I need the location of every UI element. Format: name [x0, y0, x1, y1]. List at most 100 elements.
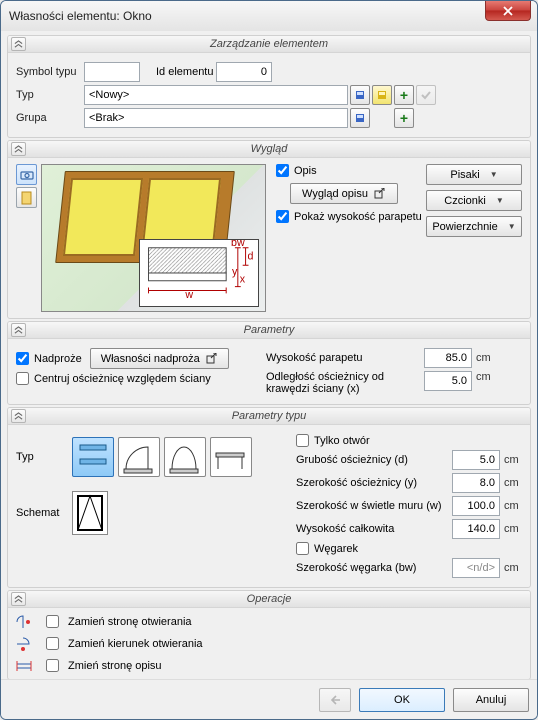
section-manage: Zarządzanie elementem Symbol typu Id ele…: [7, 35, 531, 138]
svg-text:x: x: [240, 274, 246, 286]
szer-bw-label: Szerokość węgarka (bw): [296, 562, 452, 574]
swap-side-icon: [14, 613, 36, 631]
external-icon: [206, 353, 218, 365]
szer-w-label: Szerokość w świetle muru (w): [296, 500, 452, 512]
save-type-button[interactable]: [350, 85, 370, 105]
svg-text:y: y: [232, 266, 238, 278]
typ-combo[interactable]: <Nowy>: [84, 85, 348, 105]
section-title: Operacje: [247, 593, 292, 605]
grubosc-label: Grubość ościeżnicy (d): [296, 454, 452, 466]
unit-label: cm: [504, 454, 519, 466]
wys-input[interactable]: [452, 519, 500, 539]
pokaz-checkbox[interactable]: [276, 210, 289, 223]
symbol-label: Symbol typu: [16, 66, 84, 78]
nadproze-row: Nadproże: [16, 352, 82, 365]
preview-3d: w d bw x y: [41, 164, 266, 312]
op-desc-side-checkbox[interactable]: [46, 659, 59, 672]
pisaki-button[interactable]: Pisaki: [426, 164, 522, 185]
wegarek-checkbox[interactable]: [296, 542, 309, 555]
confirm-type-button: [416, 85, 436, 105]
unit-label: cm: [504, 477, 519, 489]
type-selector: [72, 437, 252, 477]
schemat-label: Schemat: [16, 507, 72, 519]
tylko-otwor-row: Tylko otwór: [296, 434, 370, 447]
wys-parapetu-input[interactable]: [424, 348, 472, 368]
grupa-combo[interactable]: <Brak>: [84, 108, 348, 128]
preview-diagram: w d bw x y: [139, 239, 259, 307]
op-desc-side-label: Zmień stronę opisu: [68, 660, 162, 672]
opis-label: Opis: [294, 165, 317, 177]
diskette-blue-icon: [355, 113, 365, 123]
collapse-button[interactable]: [11, 592, 26, 606]
add-type-button[interactable]: +: [394, 85, 414, 105]
unit-label: cm: [504, 562, 519, 574]
typ-value: <Nowy>: [89, 89, 129, 101]
odl-input[interactable]: [424, 371, 472, 391]
section-header-params-type: Parametry typu: [8, 408, 530, 425]
nadproze-label: Nadproże: [34, 353, 82, 365]
ok-label: OK: [394, 694, 410, 706]
tylko-otwor-label: Tylko otwór: [314, 435, 370, 447]
szer-w-input[interactable]: [452, 496, 500, 516]
unit-label: cm: [504, 500, 519, 512]
ok-button[interactable]: OK: [359, 688, 445, 712]
id-input[interactable]: [216, 62, 272, 82]
centruj-row: Centruj ościeżnicę względem ściany: [16, 372, 211, 385]
dialog-body: Zarządzanie elementem Symbol typu Id ele…: [1, 31, 537, 679]
powierzchnie-button[interactable]: Powierzchnie: [426, 216, 522, 237]
op-swap-side-checkbox[interactable]: [46, 615, 59, 628]
close-button[interactable]: [485, 1, 531, 21]
wyglad-opisu-button[interactable]: Wygląd opisu: [290, 183, 398, 204]
tylko-otwor-checkbox[interactable]: [296, 434, 309, 447]
chevron-up-icon: [14, 412, 23, 421]
save-group-button[interactable]: [350, 108, 370, 128]
powierzchnie-label: Powierzchnie: [432, 221, 497, 233]
add-group-button[interactable]: +: [394, 108, 414, 128]
symbol-input[interactable]: [84, 62, 140, 82]
szer-y-label: Szerokość ościeżnicy (y): [296, 477, 452, 489]
type-option-rect[interactable]: [72, 437, 114, 477]
undo-icon: [330, 693, 340, 707]
unit-label: cm: [504, 523, 519, 535]
collapse-button[interactable]: [11, 323, 26, 337]
collapse-button[interactable]: [11, 142, 26, 156]
view-tab-2d[interactable]: [16, 187, 37, 208]
chevron-up-icon: [14, 145, 23, 154]
view-tab-rail: [16, 164, 37, 312]
wys-parapetu-label: Wysokość parapetu: [266, 352, 424, 364]
chevron-up-icon: [14, 326, 23, 335]
schemat-button[interactable]: [72, 491, 108, 535]
type-option-arc-l[interactable]: [118, 437, 160, 477]
centruj-checkbox[interactable]: [16, 372, 29, 385]
window-title: Własności elementu: Okno: [9, 9, 152, 23]
svg-text:d: d: [248, 250, 254, 262]
grubosc-input[interactable]: [452, 450, 500, 470]
diskette-yellow-icon: [377, 90, 387, 100]
collapse-button[interactable]: [11, 409, 26, 423]
svg-text:w: w: [184, 289, 193, 301]
pokaz-label: Pokaż wysokość parapetu: [294, 211, 422, 223]
save-type-as-button[interactable]: [372, 85, 392, 105]
op-swap-dir-label: Zamień kierunek otwierania: [68, 638, 203, 650]
type-option-arc-m[interactable]: [164, 437, 206, 477]
diskette-blue-icon: [355, 90, 365, 100]
section-params: Parametry Nadproże Własności nadproża: [7, 321, 531, 405]
schemat-icon: [75, 493, 105, 533]
collapse-button[interactable]: [11, 37, 26, 51]
section-title: Parametry typu: [232, 410, 307, 422]
grupa-label: Grupa: [16, 112, 84, 124]
cancel-button[interactable]: Anuluj: [453, 688, 529, 712]
centruj-label: Centruj ościeżnicę względem ściany: [34, 373, 211, 385]
opis-checkbox[interactable]: [276, 164, 289, 177]
wlasnosci-nadproza-button[interactable]: Własności nadproża: [90, 348, 229, 369]
wys-label: Wysokość całkowita: [296, 523, 452, 535]
view-tab-3d[interactable]: [16, 164, 37, 185]
type-option-arc-r[interactable]: [210, 437, 252, 477]
nadproze-btn-label: Własności nadproża: [101, 353, 200, 365]
szer-y-input[interactable]: [452, 473, 500, 493]
czcionki-button[interactable]: Czcionki: [426, 190, 522, 211]
chevron-up-icon: [14, 595, 23, 604]
swap-dir-icon: [14, 635, 36, 653]
op-swap-dir-checkbox[interactable]: [46, 637, 59, 650]
nadproze-checkbox[interactable]: [16, 352, 29, 365]
